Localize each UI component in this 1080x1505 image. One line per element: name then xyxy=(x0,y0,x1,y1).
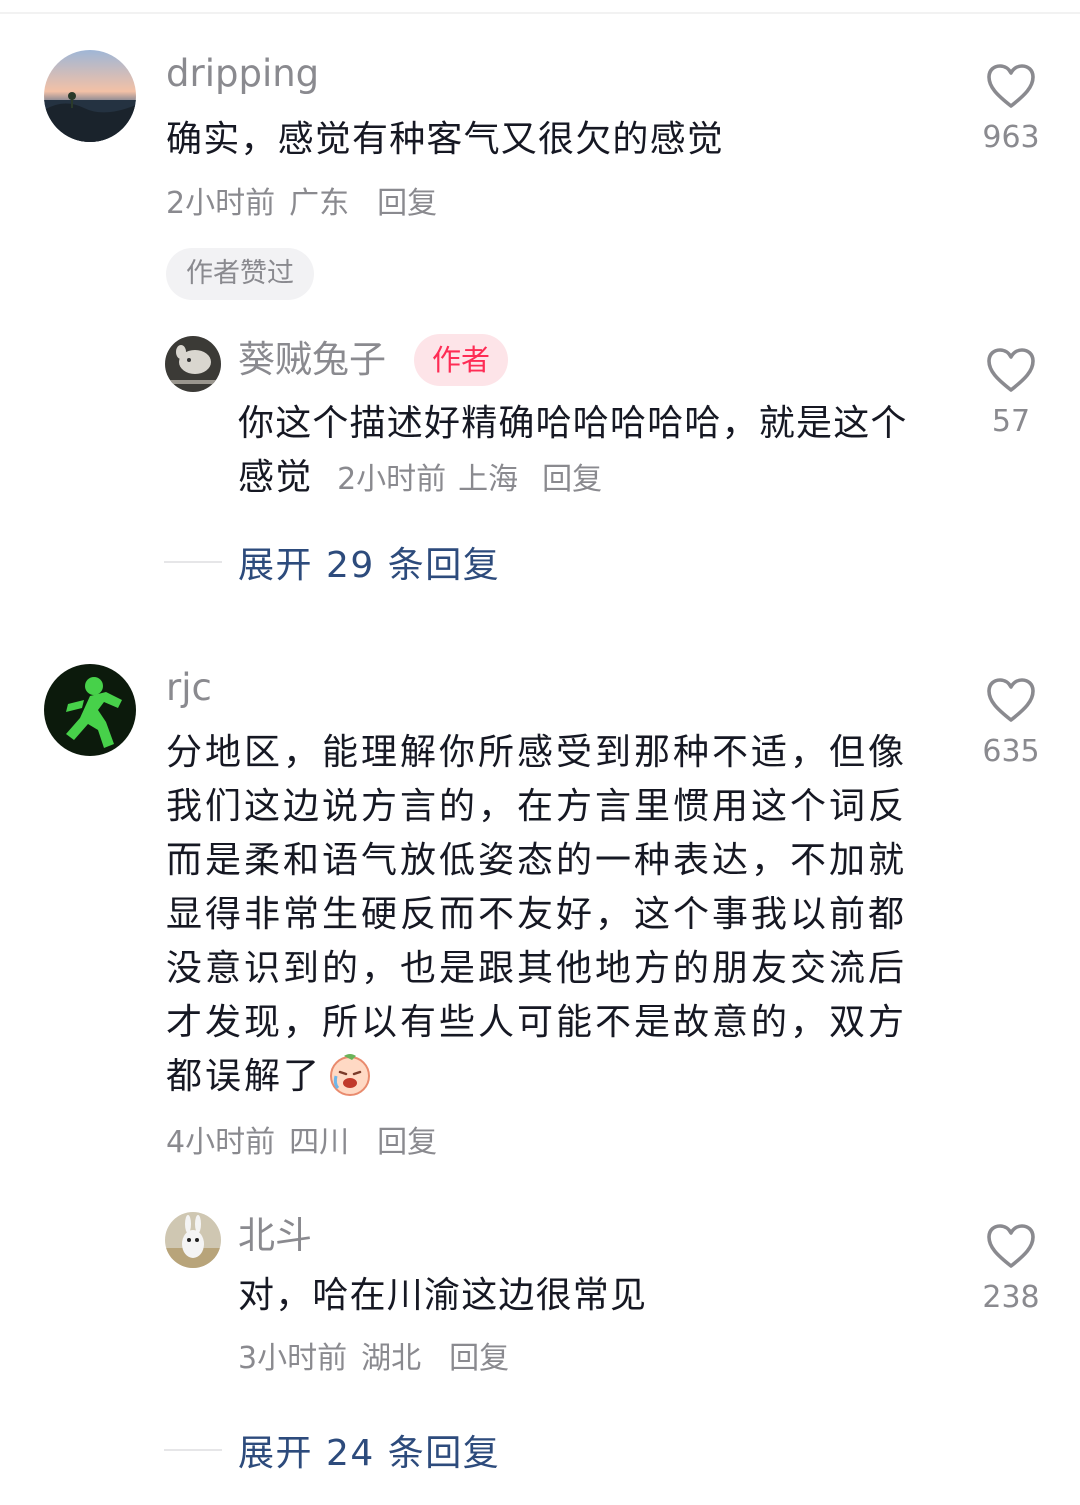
comment-username[interactable]: rjc xyxy=(166,666,212,710)
reply-button[interactable]: 回复 xyxy=(542,462,602,497)
reply-meta: 3小时前 湖北 回复 xyxy=(238,1339,509,1379)
crying-face-emoji-icon xyxy=(328,1052,372,1112)
comment-text-content: 分地区，能理解你所感受到那种不适，但像我们这边说方言的，在方言里惯用这个词反而是… xyxy=(166,732,908,1097)
like-count: 57 xyxy=(991,404,1031,439)
author-tag: 作者 xyxy=(414,334,509,386)
like-button[interactable]: 635 xyxy=(966,676,1056,769)
avatar[interactable] xyxy=(165,336,221,392)
like-button[interactable]: 57 xyxy=(966,346,1056,439)
heart-outline-icon xyxy=(987,1224,1035,1268)
reply-text: 对，哈在川渝这边很常见 xyxy=(238,1275,648,1316)
reply-location: 上海 xyxy=(458,462,519,497)
like-button[interactable]: 238 xyxy=(966,1222,1056,1315)
comment-text: 确实，感觉有种客气又很欠的感觉 xyxy=(166,119,725,160)
reply-time: 3小时前 xyxy=(238,1341,348,1376)
reply-meta: 2小时前 上海 回复 xyxy=(325,462,602,497)
avatar[interactable] xyxy=(165,1212,221,1268)
avatar[interactable] xyxy=(44,50,136,142)
expand-replies-button[interactable]: 展开 29 条回复 xyxy=(164,536,500,588)
reply-button[interactable]: 回复 xyxy=(449,1341,509,1376)
expand-replies-button[interactable]: 展开 24 条回复 xyxy=(164,1424,500,1476)
comment-time: 4小时前 xyxy=(166,1125,276,1160)
expand-replies-label: 展开 29 条回复 xyxy=(238,545,501,586)
divider-line xyxy=(164,1449,222,1451)
comment-location: 广东 xyxy=(289,186,350,221)
reply-time: 2小时前 xyxy=(337,462,447,497)
comment-username[interactable]: dripping xyxy=(166,52,319,96)
reply-button[interactable]: 回复 xyxy=(377,186,437,221)
like-button[interactable]: 963 xyxy=(966,62,1056,155)
avatar[interactable] xyxy=(44,664,136,756)
comment-time: 2小时前 xyxy=(166,186,276,221)
like-count: 635 xyxy=(982,734,1040,769)
reply-location: 湖北 xyxy=(361,1341,422,1376)
like-count: 238 xyxy=(982,1280,1040,1315)
comment-location: 四川 xyxy=(289,1125,350,1160)
expand-replies-label: 展开 24 条回复 xyxy=(238,1433,501,1474)
comment-meta: 4小时前 四川 回复 xyxy=(166,1123,437,1163)
reply-button[interactable]: 回复 xyxy=(377,1125,437,1160)
top-divider xyxy=(0,12,1080,14)
reply-username[interactable]: 葵贼兔子 xyxy=(238,338,386,382)
comment-text: 分地区，能理解你所感受到那种不适，但像我们这边说方言的，在方言里惯用这个词反而是… xyxy=(166,726,932,1112)
heart-outline-icon xyxy=(987,678,1035,722)
author-liked-badge: 作者赞过 xyxy=(166,248,314,300)
heart-outline-icon xyxy=(987,64,1035,108)
comment-meta: 2小时前 广东 回复 xyxy=(166,184,437,224)
reply-username[interactable]: 北斗 xyxy=(238,1214,312,1258)
like-count: 963 xyxy=(982,120,1040,155)
divider-line xyxy=(164,561,222,563)
heart-outline-icon xyxy=(987,348,1035,392)
reply-text: 你这个描述好精确哈哈哈哈哈，就是这个感觉 2小时前 上海 回复 xyxy=(238,397,928,507)
